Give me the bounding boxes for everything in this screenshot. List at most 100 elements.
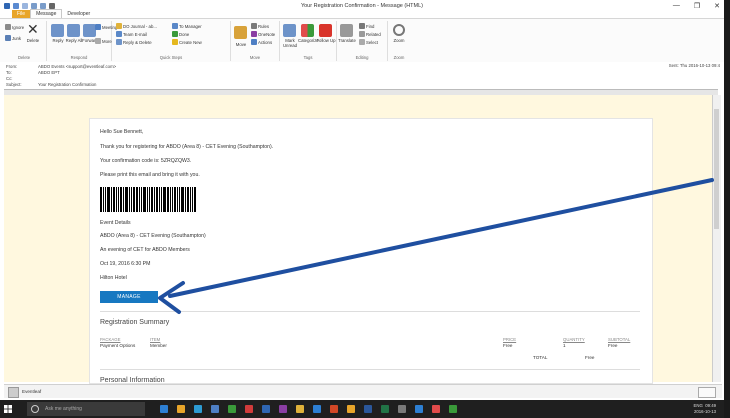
barcode-bar [167,187,169,212]
rules-icon [251,23,257,29]
cortana-icon [31,405,39,413]
tab-message[interactable]: Message [30,9,63,18]
barcode-bar [177,187,178,212]
rules-button[interactable]: Rules [251,23,269,29]
to-label: To: [6,70,12,75]
to-row: To: ABDO EPT [6,70,60,75]
task-view-icon[interactable] [160,405,168,413]
cell-subtotal: Free [608,343,618,348]
word-icon[interactable] [262,405,270,413]
barcode-bar [154,187,155,212]
divider [100,311,640,312]
excel-icon[interactable] [228,405,236,413]
related-button[interactable]: Related [359,31,381,37]
follow-up-button[interactable]: Follow Up [316,38,336,43]
app-icon[interactable] [449,405,457,413]
lightning-icon [172,39,178,45]
translate-button[interactable]: Translate [337,38,357,43]
mark-unread-button[interactable]: Mark Unread [280,38,300,48]
registration-summary-heading: Registration Summary [100,319,170,326]
folder-icon[interactable] [296,405,304,413]
outlook-window: Your Registration Confirmation - Message… [0,0,730,418]
barcode-bar [170,187,171,212]
tags-group-label: Tags [303,55,313,60]
event-description: An evening of CET for ABDO Members [100,247,190,253]
ignore-label: Ignore [12,24,25,30]
greeting: Hello Sue Bennett, [100,129,144,135]
column-header-package: PACKAGE [100,337,121,342]
select-button[interactable]: Select [359,39,378,45]
mail-icon[interactable] [313,405,321,413]
onenote-icon[interactable] [279,405,287,413]
delete-group-label: Delete [17,55,31,60]
select-label: Select [366,39,378,45]
quick-step-reply-delete[interactable]: Reply & Delete [116,39,152,45]
quick-step-to-manager[interactable]: To Manager [172,23,202,29]
barcode-bar [100,187,102,212]
word-icon[interactable] [364,405,372,413]
quick-step-team-email-label: Team E-mail [123,31,147,37]
expand-people-pane-button[interactable] [698,387,716,398]
people-pane: Eventleaf [4,384,722,398]
chrome-icon[interactable] [245,405,253,413]
move-group: Move Rules OneNote Actions Move [231,21,280,61]
contact-name[interactable]: Eventleaf [22,389,41,394]
powerpoint-icon[interactable] [330,405,338,413]
store-icon[interactable] [415,405,423,413]
barcode-bar [116,187,117,212]
contact-picture[interactable] [8,387,19,398]
email-body: Hello Sue Bennett, Thank you for registe… [89,118,653,384]
scrollbar-thumb[interactable] [714,109,719,229]
move-button[interactable]: Move [231,42,251,47]
actions-button[interactable]: Actions [251,39,272,45]
quick-step-journal[interactable]: DO Journal - ab... [116,23,157,29]
junk-button[interactable]: Junk [5,35,21,41]
subject-value: Your Registration Confirmation [38,82,97,87]
windows-start-icon[interactable] [4,405,12,413]
from-value[interactable]: ABDO Events <support@eventleaf.com> [38,64,116,69]
barcode-bar [185,187,186,212]
clock-date[interactable]: 2016-10-13 [694,409,716,415]
divider [100,369,640,370]
quick-step-done[interactable]: Done [172,31,189,37]
file-explorer-icon[interactable] [177,405,185,413]
app-icon[interactable] [347,405,355,413]
confirmation-code: Your confirmation code is: 5ZRQZQW3. [100,158,192,164]
search-placeholder: Ask me anything [45,406,82,412]
zoom-button[interactable]: Zoom [389,38,409,43]
barcode-bar [194,187,196,212]
taskbar-search-box[interactable]: Ask me anything [27,402,145,416]
edge-icon[interactable] [194,405,202,413]
to-value[interactable]: ABDO EPT [38,70,60,75]
tab-file[interactable]: File [12,10,31,18]
categorize-button[interactable]: Categorize [298,38,319,43]
quick-steps-group-label: Quick Steps [159,55,183,60]
barcode-bar [105,187,106,212]
vertical-scrollbar[interactable] [712,95,721,382]
media-icon[interactable] [432,405,440,413]
total-label: TOTAL [533,355,548,360]
excel-icon[interactable] [381,405,389,413]
message-header: From: ABDO Events <support@eventleaf.com>… [0,62,724,88]
onenote-button[interactable]: OneNote [251,31,275,37]
journal-icon [116,23,122,29]
quick-step-team-email[interactable]: Team E-mail [116,31,147,37]
system-tray: ENG 09:49 2016-10-13 [694,403,716,415]
venue: Hilton Hotel [100,275,127,281]
language-indicator[interactable]: ENG [694,403,703,408]
taskbar: Ask me anything ENG 09:49 2016-10-13 [0,400,724,418]
ignore-button[interactable]: Ignore [5,24,24,30]
delete-button[interactable]: Delete [23,38,43,43]
barcode-bar [111,187,112,212]
tab-developer[interactable]: Developer [62,10,95,18]
reply-icon [51,24,64,37]
find-button[interactable]: Find [359,23,374,29]
more-button[interactable]: More [95,38,112,44]
manage-button[interactable]: MANAGE [100,291,158,303]
quick-step-create-new[interactable]: Create New [172,39,202,45]
barcode-bar [156,187,158,212]
barcode-bar [139,187,140,212]
outlook-icon[interactable] [211,405,219,413]
quick-step-create-new-label: Create New [179,39,202,45]
settings-icon[interactable] [398,405,406,413]
